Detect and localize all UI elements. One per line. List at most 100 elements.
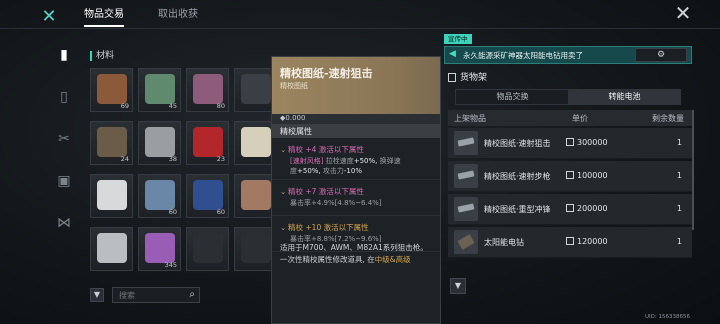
material-icon — [241, 233, 271, 263]
attr-title: 精校属性 — [280, 127, 312, 136]
item-thumbnail — [454, 131, 478, 155]
material-icon — [241, 127, 271, 157]
row-price: 120000 — [566, 237, 608, 246]
row-qty: 1 — [676, 204, 682, 213]
col-item: 上架物品 — [454, 114, 486, 123]
material-slot[interactable]: 23 — [186, 121, 229, 165]
promo-bar[interactable]: ◀ 永久能源采矿神器太阳能电钻用卖了 ⚙ — [444, 46, 692, 64]
row-item-name: 精校图纸·速射狙击 — [484, 139, 551, 148]
popup-value-row: ◆0.000 — [272, 114, 440, 124]
attr-line: ⌄ 精校 +4 激活以下属性 — [280, 145, 364, 154]
chevron-icon: ⌄ — [280, 145, 287, 154]
material-count: 60 — [216, 208, 225, 216]
settings-gear-button[interactable]: ⚙ — [635, 48, 687, 62]
desc-line: 一次性精校属性修改道具, 在中级&高级 — [280, 255, 411, 264]
col-qty: 剩余数量 — [652, 114, 684, 123]
currency-icon — [566, 171, 574, 179]
material-count: 345 — [164, 261, 177, 269]
attr-detail: 度+50%, 攻击力-10% — [290, 167, 362, 175]
megaphone-icon: ◀ — [449, 49, 456, 59]
material-icon — [97, 180, 127, 210]
attr-line: ⌄ 精校 +7 激活以下属性 — [280, 187, 364, 196]
materials-title: 材料 — [96, 51, 115, 61]
material-slot[interactable]: 60 — [186, 174, 229, 218]
materials-header: 材料 — [90, 48, 114, 61]
material-count: 24 — [120, 155, 129, 163]
row-item-name: 太阳能电钻 — [484, 238, 524, 247]
scrollbar[interactable] — [692, 110, 694, 230]
close-icon[interactable]: ✕ — [674, 3, 692, 23]
material-slot[interactable]: 45 — [138, 68, 181, 112]
shelf-filter-button[interactable]: ▼ — [450, 278, 466, 294]
item-thumbnail — [454, 230, 478, 254]
shelf-row[interactable]: 太阳能电钻 120000 1 — [448, 227, 692, 258]
material-slot[interactable]: 38 — [138, 121, 181, 165]
tab-item-trade[interactable]: 物品交易 — [84, 6, 124, 27]
material-count: 38 — [168, 155, 177, 163]
row-price: 100000 — [566, 171, 608, 180]
tab-collect-earnings[interactable]: 取出收获 — [158, 6, 198, 24]
attr-detail: [速射风格] 拉栓速度+50%, 换弹速 — [290, 157, 401, 165]
material-icon — [145, 127, 175, 157]
category-backpack-icon[interactable]: ▣ — [52, 166, 76, 196]
material-count: 23 — [216, 155, 225, 163]
row-qty: 1 — [676, 237, 682, 246]
material-count: 80 — [216, 102, 225, 110]
tab-item-exchange[interactable]: 物品交换 — [456, 90, 569, 104]
material-slot[interactable] — [90, 227, 133, 271]
attr-line: ⌄ 精校 +10 激活以下属性 — [280, 223, 369, 232]
category-butterfly-icon[interactable]: ⋈ — [52, 208, 76, 238]
search-box[interactable]: ⌕ — [112, 287, 200, 303]
material-slot[interactable] — [186, 227, 229, 271]
material-slot[interactable]: 345 — [138, 227, 181, 271]
shelf-row[interactable]: 精校图纸·速射狙击 300000 1 — [448, 128, 692, 159]
row-item-name: 精校图纸·重型冲锋 — [484, 205, 551, 214]
material-count: 45 — [168, 102, 177, 110]
category-rail: ▮ ▯ ✂ ▣ ⋈ — [52, 40, 76, 250]
currency-icon — [566, 204, 574, 212]
desc-line: 适用于M700、AWM、M82A1系列狙击枪。 — [280, 243, 428, 252]
row-qty: 1 — [676, 138, 682, 147]
material-icon — [241, 74, 271, 104]
row-item-name: 精校图纸·速射步枪 — [484, 172, 551, 181]
popup-subtitle: 精校图纸 — [280, 82, 308, 90]
material-slot[interactable]: 80 — [186, 68, 229, 112]
shelf-row[interactable]: 精校图纸·重型冲锋 200000 1 — [448, 194, 692, 225]
category-tools-icon[interactable]: ✂ — [52, 124, 76, 154]
tab-energy-battery[interactable]: 转能电池 — [568, 90, 681, 104]
shelf-row[interactable]: 精校图纸·速射步枪 100000 1 — [448, 161, 692, 192]
material-slot[interactable]: 24 — [90, 121, 133, 165]
popup-value: ◆0.000 — [280, 114, 306, 122]
material-icon — [97, 127, 127, 157]
search-input[interactable] — [113, 288, 181, 302]
promo-text: 永久能源采矿神器太阳能电钻用卖了 — [463, 51, 583, 60]
chevron-icon: ⌄ — [280, 187, 287, 196]
material-slot[interactable]: 60 — [138, 174, 181, 218]
material-count: 69 — [120, 102, 129, 110]
search-icon[interactable]: ⌕ — [189, 289, 195, 300]
material-icon — [97, 233, 127, 263]
material-icon — [97, 74, 127, 104]
attr-block-7: ⌄ 精校 +7 激活以下属性 暴击率+4.9%[4.8%~6.4%] — [272, 180, 440, 216]
header-divider — [0, 28, 720, 29]
category-battery-icon[interactable]: ▯ — [52, 82, 76, 112]
attr-block-4: ⌄ 精校 +4 激活以下属性 [速射风格] 拉栓速度+50%, 换弹速 度+50%… — [272, 138, 440, 180]
filter-button[interactable]: ▼ — [90, 288, 104, 302]
game-logo-icon: ✕ — [41, 6, 57, 27]
row-price: 200000 — [566, 204, 608, 213]
material-slot[interactable] — [90, 174, 133, 218]
popup-header: 精校图纸-速射狙击 精校图纸 — [272, 57, 440, 114]
material-icon — [145, 180, 175, 210]
material-slot[interactable]: 69 — [90, 68, 133, 112]
item-thumbnail — [454, 197, 478, 221]
currency-icon — [566, 237, 574, 245]
chevron-icon: ⌄ — [280, 223, 287, 232]
material-icon — [193, 74, 223, 104]
currency-icon — [566, 138, 574, 146]
document-icon — [448, 73, 456, 82]
category-materials-icon[interactable]: ▮ — [52, 40, 76, 70]
item-thumbnail — [454, 164, 478, 188]
shelf-title: 货物架 — [448, 70, 487, 83]
item-detail-popup: 精校图纸-速射狙击 精校图纸 ◆0.000 精校属性 ⌄ 精校 +4 激活以下属性… — [271, 56, 441, 324]
material-icon — [145, 233, 175, 263]
